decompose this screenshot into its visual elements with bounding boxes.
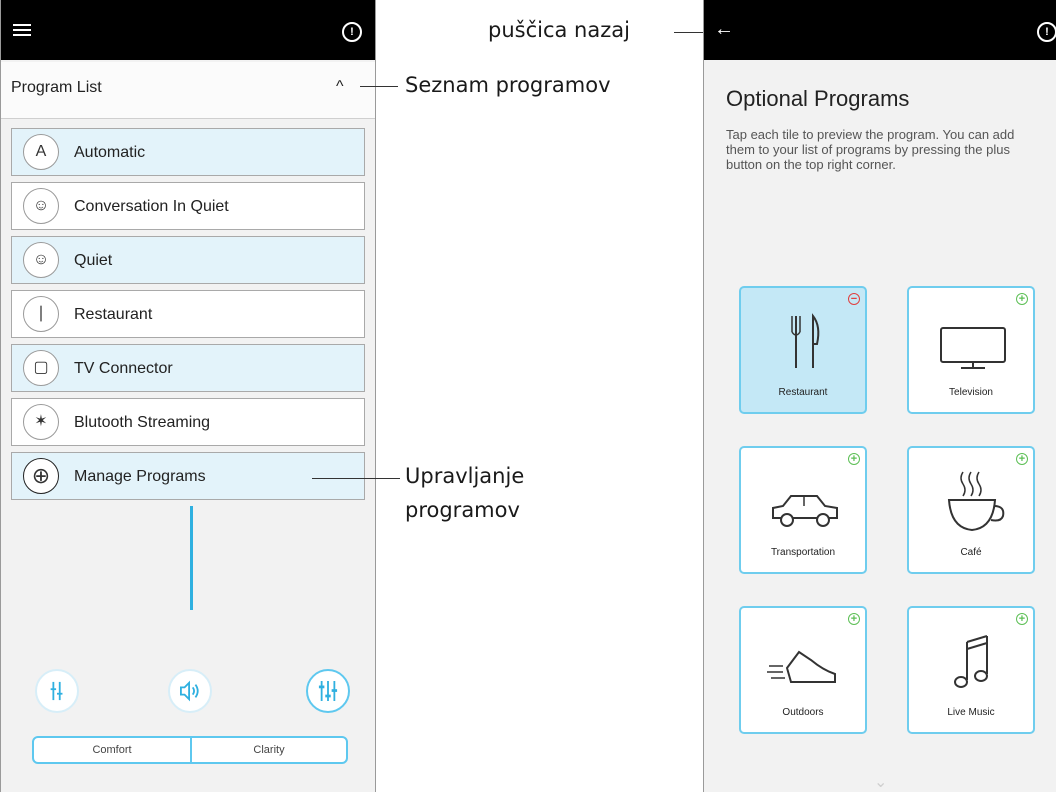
- add-program-icon[interactable]: +: [1016, 293, 1028, 305]
- music-note-icon: [954, 635, 988, 688]
- tile-cafe[interactable]: + Café: [907, 446, 1035, 574]
- conversation-icon: ☺: [23, 188, 59, 224]
- comfort-segment[interactable]: Comfort: [34, 738, 192, 762]
- annotation-manage-programs-line2: programov: [405, 498, 520, 522]
- connector-line: [190, 506, 193, 610]
- page-description: Tap each tile to preview the program. Yo…: [726, 127, 1015, 172]
- info-icon[interactable]: !: [1037, 22, 1056, 42]
- back-arrow-icon[interactable]: ←: [714, 18, 734, 41]
- speaker-icon: [180, 680, 199, 702]
- tv-connector-icon: ▢: [23, 350, 59, 386]
- annotation-manage-programs-line1: Upravljanje: [405, 464, 525, 488]
- program-item-label: Conversation In Quiet: [74, 198, 229, 215]
- shoe-icon: [767, 650, 836, 683]
- tile-label: Restaurant: [778, 387, 828, 398]
- program-list-header[interactable]: Program List ^: [1, 62, 375, 119]
- page-title: Optional Programs: [726, 86, 910, 111]
- add-program-icon[interactable]: +: [1016, 613, 1028, 625]
- program-item-automatic[interactable]: A Automatic: [11, 128, 365, 176]
- program-item-label: Quiet: [74, 252, 113, 269]
- tile-label: Transportation: [770, 547, 836, 558]
- quiet-icon: ☺: [23, 242, 59, 278]
- scroll-down-chevron-icon[interactable]: ⌄: [874, 772, 887, 792]
- tile-label: Café: [960, 547, 982, 558]
- annotation-leader-manage-programs: [312, 478, 400, 479]
- coffee-cup-icon: [947, 471, 1005, 532]
- tile-outdoors[interactable]: + Outdoors: [739, 606, 867, 734]
- manage-programs-label: Manage Programs: [74, 468, 206, 485]
- program-item-label: TV Connector: [74, 360, 173, 377]
- annotation-back-arrow: puščica nazaj: [488, 18, 630, 42]
- tile-transportation[interactable]: + Transportation: [739, 446, 867, 574]
- volume-button[interactable]: [168, 669, 212, 713]
- program-list-screen: ! Program List ^ A Automatic ☺ Conversat…: [0, 0, 376, 792]
- tile-television[interactable]: + Television: [907, 286, 1035, 414]
- sound-settings-button[interactable]: [306, 669, 350, 713]
- remove-program-icon[interactable]: −: [848, 293, 860, 305]
- program-item-conversation-in-quiet[interactable]: ☺ Conversation In Quiet: [11, 182, 365, 230]
- program-item-label: Blutooth Streaming: [74, 414, 211, 431]
- cutlery-icon: [791, 313, 820, 368]
- info-icon[interactable]: !: [342, 22, 362, 42]
- clarity-segment[interactable]: Clarity: [192, 738, 346, 762]
- program-list-title: Program List: [11, 79, 102, 96]
- program-item-quiet[interactable]: ☺ Quiet: [11, 236, 365, 284]
- chevron-up-icon[interactable]: ^: [336, 78, 344, 96]
- bluetooth-icon: ✶: [23, 404, 59, 440]
- comfort-clarity-toggle: Comfort Clarity: [32, 736, 348, 764]
- optional-programs-screen: ← ! Optional Programs Tap each tile to p…: [703, 0, 1056, 792]
- manage-programs-button[interactable]: ⊕ Manage Programs: [11, 452, 365, 500]
- equalizer-icon: [50, 681, 63, 701]
- tile-live-music[interactable]: + Live Music: [907, 606, 1035, 734]
- cutlery-icon: ∣: [23, 296, 59, 332]
- tile-label: Television: [949, 387, 993, 398]
- program-item-tv-connector[interactable]: ▢ TV Connector: [11, 344, 365, 392]
- tile-label: Outdoors: [782, 707, 824, 718]
- add-program-icon[interactable]: +: [1016, 453, 1028, 465]
- equalizer-button[interactable]: [35, 669, 79, 713]
- tile-restaurant[interactable]: − Restaurant: [739, 286, 867, 414]
- plus-circle-icon: ⊕: [23, 458, 59, 494]
- automatic-icon: A: [23, 134, 59, 170]
- add-program-icon[interactable]: +: [848, 453, 860, 465]
- program-item-bluetooth-streaming[interactable]: ✶ Blutooth Streaming: [11, 398, 365, 446]
- program-item-label: Restaurant: [74, 306, 153, 323]
- car-icon: [772, 495, 838, 527]
- top-bar: !: [1, 0, 375, 60]
- program-item-restaurant[interactable]: ∣ Restaurant: [11, 290, 365, 338]
- sliders-icon: [318, 681, 338, 701]
- television-icon: [940, 327, 1006, 369]
- annotation-program-list: Seznam programov: [405, 73, 611, 97]
- tile-label: Live Music: [947, 707, 995, 718]
- add-program-icon[interactable]: +: [848, 613, 860, 625]
- hamburger-menu-icon[interactable]: [13, 24, 31, 36]
- program-item-label: Automatic: [74, 144, 146, 161]
- annotation-leader-program-list: [360, 86, 398, 87]
- top-bar: ← !: [704, 0, 1056, 60]
